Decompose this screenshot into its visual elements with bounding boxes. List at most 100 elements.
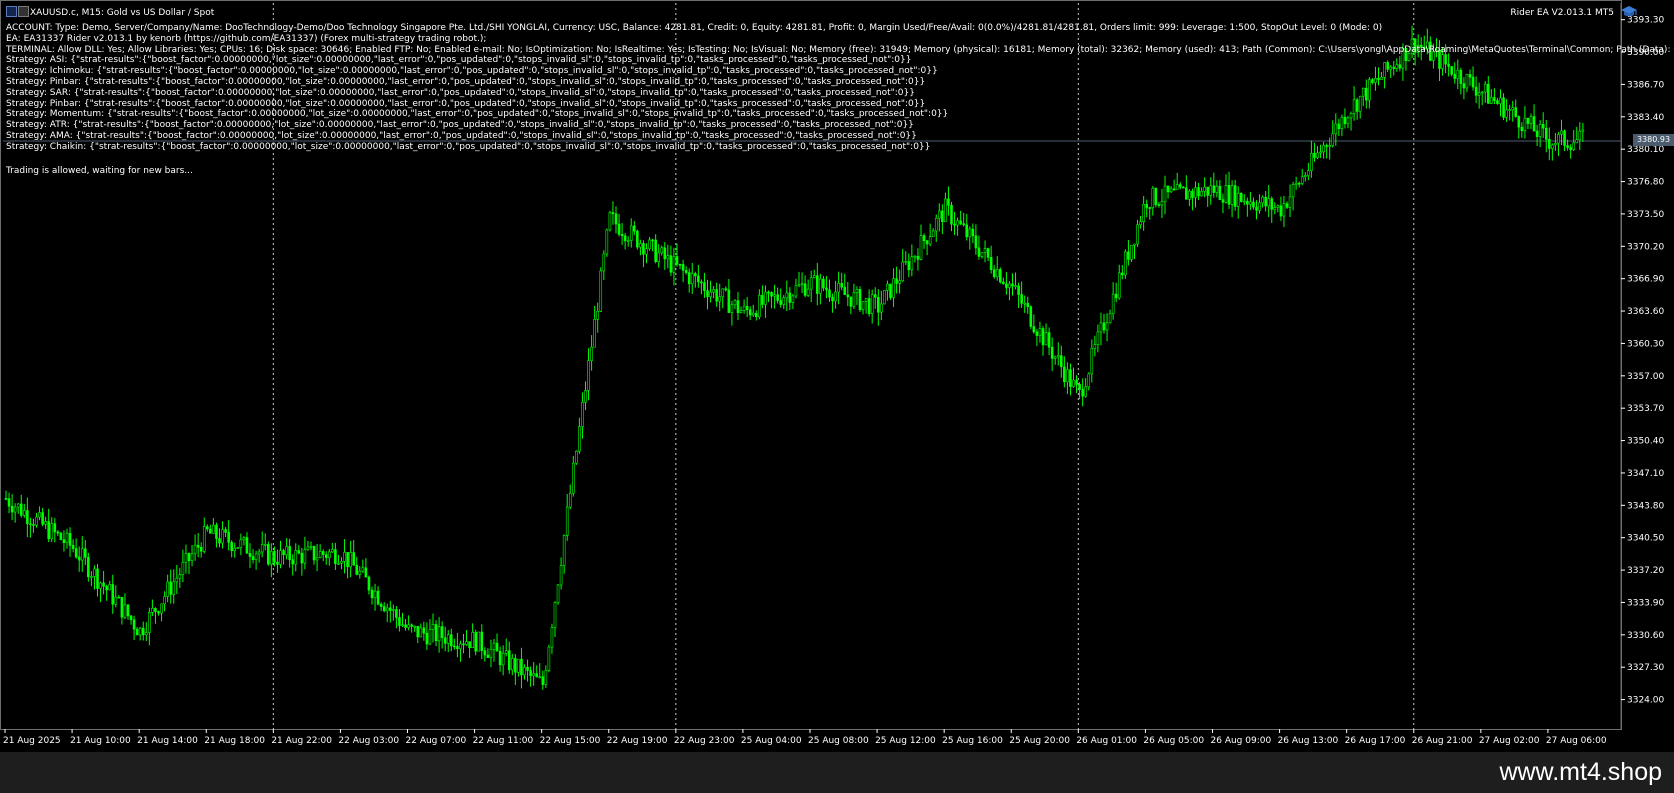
x-tick-label: 25 Aug 12:00 <box>875 736 936 746</box>
strategy-line: Strategy: Chaikin: {"strat-results":{"bo… <box>6 141 931 152</box>
candle-body <box>834 291 837 302</box>
candle-body <box>959 220 962 224</box>
candle-body <box>1026 302 1030 308</box>
candle-body <box>1078 384 1081 390</box>
candle-body <box>1032 326 1036 333</box>
candle-body <box>1185 187 1188 200</box>
candle-body <box>947 198 950 206</box>
candle-body <box>425 632 429 645</box>
candle-body <box>1182 186 1185 189</box>
candle-body <box>785 292 789 299</box>
candle-body <box>514 658 517 673</box>
candle-body <box>93 568 96 577</box>
candle-body <box>767 291 770 294</box>
candle-body <box>340 561 343 564</box>
candle-body <box>989 257 993 271</box>
candle-body <box>1041 328 1045 346</box>
candle-body <box>453 645 456 648</box>
candle-body <box>1151 187 1155 209</box>
candle-body <box>843 286 847 296</box>
candle-body <box>1133 243 1136 246</box>
candle-body <box>233 547 237 551</box>
candle-body <box>724 288 728 291</box>
candle-body <box>471 632 474 649</box>
candle-body <box>53 523 57 533</box>
candle-body <box>672 256 676 273</box>
candle-body <box>657 252 661 263</box>
candle-body <box>715 289 718 302</box>
candle-body <box>1142 204 1145 223</box>
candle-body <box>797 284 801 287</box>
candle-body <box>239 539 243 548</box>
candle-body <box>306 546 310 550</box>
candle-body <box>138 627 142 636</box>
candle-body <box>1304 175 1307 178</box>
candle-body <box>614 213 618 225</box>
candle-body <box>19 503 23 516</box>
candle-body <box>35 516 38 526</box>
candle-body <box>291 559 295 565</box>
candle-body <box>1270 198 1274 210</box>
candle-body <box>764 291 767 305</box>
candle-body <box>32 524 35 526</box>
candle-body <box>1249 201 1252 205</box>
x-tick-label: 26 Aug 05:00 <box>1143 736 1204 746</box>
candle-body <box>294 550 298 565</box>
x-tick-label: 21 Aug 10:00 <box>70 736 131 746</box>
candle-body <box>1285 203 1289 208</box>
candle-body <box>517 658 520 673</box>
candle-body <box>1206 186 1209 196</box>
candle-body <box>486 654 490 658</box>
graduation-cap-icon[interactable] <box>1620 5 1638 19</box>
account-info-line: ACCOUNT: Type: Demo, Server/Company/Name… <box>6 23 1383 33</box>
candle-body <box>1154 187 1158 205</box>
candle-body <box>565 506 569 536</box>
candle-body <box>151 608 154 613</box>
candle-body <box>913 255 917 258</box>
candle-body <box>669 255 673 273</box>
candle-body <box>172 581 176 595</box>
candle-body <box>376 590 380 605</box>
candle-body <box>639 243 642 248</box>
candle-body <box>941 210 944 222</box>
x-tick-label: 25 Aug 08:00 <box>808 736 869 746</box>
candle-body <box>1178 184 1182 188</box>
candle-body <box>111 584 115 605</box>
candle-body <box>1172 188 1176 191</box>
candle-body <box>971 228 975 237</box>
x-tick-label: 22 Aug 11:00 <box>473 736 534 746</box>
candle-body <box>218 538 221 544</box>
candle-body <box>227 532 230 543</box>
candle-body <box>1307 170 1310 176</box>
candle-body <box>678 263 682 266</box>
candle-body <box>260 544 264 553</box>
candle-body <box>343 552 346 562</box>
candle-body <box>120 596 124 618</box>
candle-body <box>190 553 194 562</box>
candle-body <box>132 619 136 630</box>
candle-body <box>544 670 548 685</box>
candle-body <box>666 255 670 260</box>
candle-body <box>1246 200 1249 205</box>
strategy-line: Strategy: Pinbar: {"strat-results":{"boo… <box>6 98 926 109</box>
candle-body <box>571 462 575 494</box>
candle-body <box>62 539 66 544</box>
candle-body <box>809 277 813 290</box>
candle-body <box>550 627 554 648</box>
candle-body <box>587 360 590 391</box>
candle-body <box>870 294 874 314</box>
candle-body <box>254 553 258 560</box>
candle-body <box>873 294 877 298</box>
candle-body <box>398 617 401 626</box>
candle-body <box>13 506 17 513</box>
candle-body <box>370 589 374 599</box>
candle-body <box>26 510 29 525</box>
candle-body <box>236 547 240 549</box>
candle-body <box>175 577 179 583</box>
candle-body <box>782 297 786 305</box>
candle-body <box>855 289 859 293</box>
candle-body <box>209 528 212 534</box>
candle-body <box>1099 322 1103 333</box>
x-tick-label: 25 Aug 20:00 <box>1009 736 1070 746</box>
candle-body <box>526 666 529 671</box>
